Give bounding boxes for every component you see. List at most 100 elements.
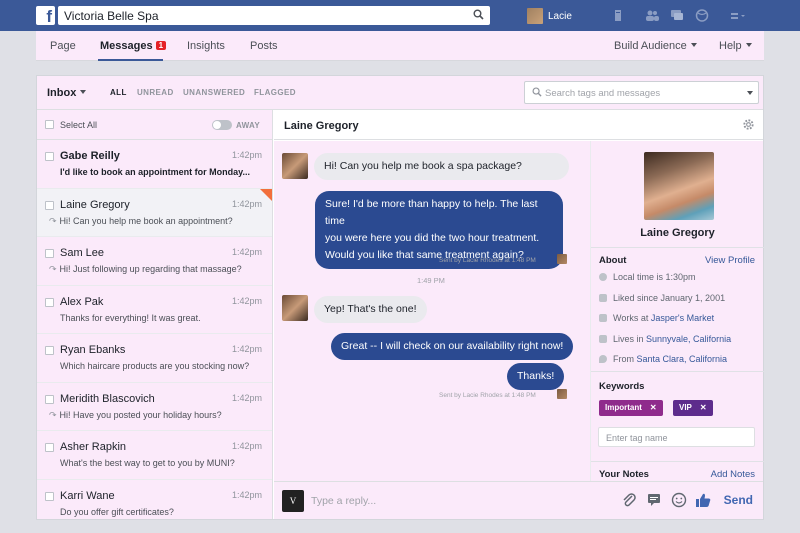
snippet-text: Which haircare products are you stocking… (60, 361, 250, 371)
add-notes-link[interactable]: Add Notes (711, 469, 755, 480)
tag-search-input[interactable]: Search tags and messages (524, 81, 759, 104)
inbox-label: Inbox (47, 87, 77, 99)
tab-messages-label: Messages (100, 40, 153, 52)
tag-name-placeholder: Enter tag name (606, 433, 668, 443)
messages-icon[interactable] (670, 9, 684, 22)
gear-icon[interactable] (742, 118, 755, 131)
avatar (527, 8, 543, 24)
conversation-checkbox[interactable] (45, 394, 54, 404)
tag-label: Important (605, 403, 642, 412)
contact-name: Asher Rapkin (60, 441, 127, 453)
tag-important[interactable]: Important ✕ (599, 400, 663, 416)
chevron-down-icon[interactable] (747, 91, 753, 95)
list-item[interactable]: Asher Rapkin 1:42pm What's the best way to… (37, 431, 272, 480)
settings-icon[interactable] (730, 9, 746, 22)
contact-name: Ryan Ebanks (60, 344, 126, 356)
message-thread: Hi! Can you help me book a spa package? … (274, 141, 590, 481)
help-menu[interactable]: Help (719, 40, 752, 52)
works-at-row: Works at Jasper's Market (599, 313, 714, 323)
profile-name: Laine Gregory (640, 227, 715, 239)
lives-prefix: Lives in (613, 334, 647, 344)
contact-name: Karri Wane (60, 489, 115, 502)
message-time: 1:42pm (231, 344, 262, 354)
lives-in-row: Lives in Sunnyvale, California (599, 334, 731, 344)
message-time: 1:42pm (231, 489, 262, 500)
avatar (557, 389, 567, 399)
profile-photo[interactable] (644, 152, 714, 220)
reply-arrow-icon: ↷ (49, 215, 57, 226)
facebook-logo[interactable]: f (36, 6, 55, 25)
thread-timestamp: 1:49 PM (417, 276, 445, 285)
list-item[interactable]: Ryan Ebanks 1:42pm Which haircare products… (37, 334, 272, 383)
conversation-checkbox[interactable] (45, 249, 54, 258)
conversation-checkbox[interactable] (45, 200, 54, 210)
saved-reply-icon[interactable] (646, 492, 662, 508)
conversation-title: Laine Gregory (284, 120, 359, 132)
send-button[interactable]: Send (724, 493, 753, 507)
search-input[interactable]: Victoria Belle Spa (58, 6, 490, 25)
filter-unread[interactable]: UNREAD (137, 88, 174, 97)
filter-flagged[interactable]: FLAGGED (254, 88, 296, 97)
snippet-text: Hi! Have you posted your holiday hours? (59, 409, 222, 420)
conversation-checkbox[interactable] (45, 491, 54, 501)
select-all-checkbox[interactable] (45, 120, 54, 129)
message-outgoing: Great -- I will check on our availabilit… (331, 333, 574, 360)
inbox-dropdown[interactable]: Inbox (47, 87, 87, 99)
message-snippet: Which haircare products are you stocking… (60, 361, 249, 371)
reply-input[interactable]: Type a reply... (311, 495, 376, 507)
from-prefix: From (613, 354, 637, 364)
tag-vip[interactable]: VIP ✕ (673, 400, 713, 416)
close-icon[interactable]: ✕ (650, 403, 657, 412)
message-line: you were here you did the two hour treat… (325, 232, 540, 244)
attachment-icon[interactable] (621, 492, 637, 509)
view-profile-link[interactable]: View Profile (705, 255, 755, 266)
build-audience-menu[interactable]: Build Audience (614, 40, 697, 52)
conversation-header: Laine Gregory (274, 110, 763, 140)
location-pin-icon (599, 355, 607, 363)
list-item[interactable]: Alex Pak 1:42pm Thanks for everything! It … (37, 285, 272, 334)
tab-messages[interactable]: Messages 1 (100, 40, 167, 52)
close-icon[interactable]: ✕ (700, 403, 707, 412)
filter-unanswered[interactable]: UNANSWERED (183, 88, 245, 97)
briefcase-icon (599, 314, 607, 322)
tag-name-input[interactable]: Enter tag name (598, 427, 755, 447)
message-time: 1:42pm (231, 150, 262, 160)
message-time: 1:42pm (231, 392, 262, 403)
tab-insights[interactable]: Insights (187, 40, 225, 52)
filter-bar: Inbox ALL UNREAD UNANSWERED FLAGGED Sear… (37, 76, 763, 110)
avatar (282, 153, 308, 179)
lives-link[interactable]: Sunnyvale, California (646, 334, 731, 344)
like-icon (599, 294, 607, 302)
friends-icon[interactable] (645, 9, 659, 22)
works-link[interactable]: Jasper's Market (651, 313, 714, 323)
tab-page[interactable]: Page (50, 40, 76, 52)
divider (591, 247, 764, 248)
user-profile-link[interactable]: Lacie (527, 7, 572, 25)
message-snippet: Do you offer gift certificates? (60, 507, 174, 517)
list-item[interactable]: Karri Wane 1:42pm Do you offer gift certif… (37, 479, 272, 519)
filter-all[interactable]: ALL (110, 88, 127, 97)
from-link[interactable]: Santa Clara, California (637, 354, 728, 364)
avatar (282, 295, 308, 321)
list-item[interactable]: Meridith Blascovich 1:42pm ↷ Hi! Have you p… (37, 382, 272, 431)
snippet-text: I'd like to book an appointment for Mond… (60, 167, 250, 177)
list-item[interactable]: Sam Lee 1:42pm ↷ Hi! Just following up rega… (37, 237, 272, 286)
chevron-down-icon (690, 43, 697, 47)
conversation-checkbox[interactable] (45, 346, 54, 355)
emoji-icon[interactable] (671, 492, 687, 508)
list-item[interactable]: Gabe Reilly 1:42pm I'd like to book an app… (37, 140, 272, 189)
message-time: 1:42pm (231, 247, 262, 257)
away-label: AWAY (236, 121, 261, 130)
tab-posts[interactable]: Posts (250, 40, 278, 52)
conversation-checkbox[interactable] (45, 297, 54, 307)
conversation-checkbox[interactable] (45, 152, 54, 161)
thumbs-up-icon[interactable] (695, 492, 712, 509)
page-icon[interactable] (611, 9, 625, 22)
conversation-checkbox[interactable] (45, 443, 54, 452)
globe-icon[interactable] (695, 9, 709, 22)
list-item[interactable]: Laine Gregory 1:42pm ↷ Hi! Can you help me … (37, 188, 272, 237)
away-toggle[interactable] (212, 120, 232, 130)
contact-name: Gabe Reilly (60, 150, 120, 162)
search-icon[interactable] (473, 9, 484, 20)
snippet-text: Do you offer gift certificates? (60, 506, 174, 517)
